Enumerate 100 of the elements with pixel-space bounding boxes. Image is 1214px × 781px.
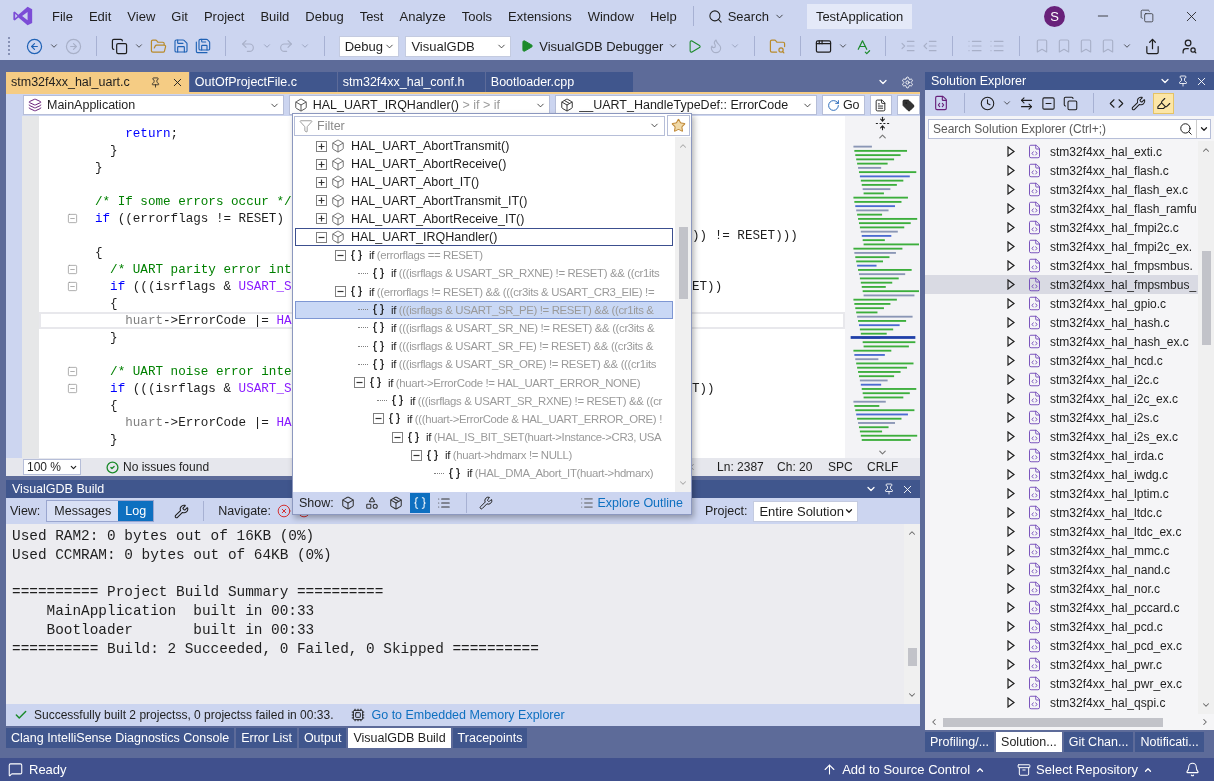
expand-arrow-icon[interactable] [1007,621,1015,632]
expand-arrow-icon[interactable] [1007,678,1015,689]
file-name[interactable]: stm32f4xx_hal_pcd_ex.c [1050,638,1183,653]
line-number[interactable]: Ln: 2387 [717,460,778,474]
file-name[interactable]: stm32f4xx_hal_qspi.c [1050,695,1166,710]
line-endings[interactable]: CRLF [867,460,899,474]
pin-icon[interactable] [883,483,895,495]
member-dropdown[interactable]: __UART_HandleTypeDef:: ErrorCode [555,95,817,115]
expand-arrow-icon[interactable] [1007,431,1015,442]
user-avatar[interactable]: S [1044,5,1065,27]
back-icon[interactable] [25,37,43,55]
search-icon[interactable] [1179,122,1193,136]
file-name[interactable]: stm32f4xx_hal_i2s_ex.c [1050,429,1179,444]
menu-item[interactable]: Extensions [500,8,580,24]
save-all-icon[interactable] [194,38,211,54]
file-name[interactable]: stm32f4xx_hal_flash_ramfu [1050,201,1197,216]
document-button[interactable] [869,95,893,115]
platform-dropdown[interactable]: VisualGDB [405,35,512,57]
search-icon[interactable] [707,8,723,24]
filter-field[interactable]: Filter [294,115,665,136]
outline-item[interactable]: if (((huart->ErrorCode & HAL_UART_ERROR_ORE) ! [407,412,662,425]
tag-icon[interactable] [902,98,916,112]
expand-arrow-icon[interactable] [1007,260,1015,271]
explore-outline-link[interactable]: Explore Outline [597,496,683,510]
window-icon[interactable] [815,37,833,55]
collapse-icon[interactable] [373,413,384,425]
expand-icon[interactable] [316,176,327,188]
outline-item[interactable]: if (huart->hdmarx != NULL) [445,449,573,462]
expand-arrow-icon[interactable] [1007,165,1015,176]
save-icon[interactable] [172,38,189,54]
file-name[interactable]: stm32f4xx_hal_mmc.c [1050,543,1170,558]
file-name[interactable]: stm32f4xx_hal_exti.c [1050,144,1163,159]
file-name[interactable]: stm32f4xx_hal_hcd.c [1050,353,1163,368]
expand-arrow-icon[interactable] [1007,545,1015,556]
scroll-up-icon[interactable] [1201,145,1211,155]
file-tab[interactable]: stm32f4xx_hal_uart.c [6,72,189,92]
menu-item[interactable]: Analyze [391,8,454,24]
scrollbar-thumb[interactable] [678,227,688,299]
view-toggle[interactable]: Log [118,501,154,521]
panel-tab[interactable]: Notificati... [1135,732,1204,752]
expand-arrow-icon[interactable] [1007,697,1015,708]
file-name[interactable]: stm32f4xx_hal_flash_ex.c [1050,182,1189,197]
outline-item[interactable]: HAL_UART_Abort_IT() [351,175,480,190]
file-name[interactable]: stm32f4xx_hal_i2c.c [1050,372,1159,387]
scrollbar-thumb[interactable] [1201,251,1211,345]
memory-explorer-link[interactable]: Go to Embedded Memory Explorer [371,708,565,722]
panel-tab[interactable]: Clang IntelliSense Diagnostics Console [6,728,235,748]
expand-arrow-icon[interactable] [1007,146,1015,157]
play-icon[interactable] [687,38,703,54]
panel-tab[interactable]: Profiling/... [925,732,995,752]
configuration-dropdown[interactable]: Debug [338,35,400,57]
wrench-icon[interactable] [174,503,190,519]
file-name[interactable]: stm32f4xx_hal_pwr.c [1050,657,1163,672]
outline-item[interactable]: HAL_UART_AbortReceive_IT() [351,211,525,226]
outline-item[interactable]: if (HAL_DMA_Abort_IT(huart->hdmarx) [467,467,654,480]
file-name[interactable]: stm32f4xx_hal_pwr_ex.c [1050,676,1183,691]
file-name[interactable]: stm32f4xx_hal_fmpi2c_ex. [1050,239,1193,254]
file-name[interactable]: stm32f4xx_hal_hash_ex.c [1050,334,1189,349]
source-control-button[interactable]: Add to Source Control [822,762,986,777]
menu-item[interactable]: Test [351,8,392,24]
collapse-icon[interactable] [392,431,403,443]
collapse-icon[interactable] [411,449,422,461]
debugger-button[interactable]: VisualGDB Debugger [517,38,682,54]
panel-tab[interactable]: Solution... [996,732,1062,752]
menu-item[interactable]: Project [195,8,253,24]
menu-item[interactable]: Help [641,8,685,24]
project-dropdown[interactable]: MainApplication [23,95,284,115]
whitespace-mode[interactable]: SPC [828,460,868,474]
file-name[interactable]: stm32f4xx_hal_ltdc_ex.c [1050,524,1182,539]
issues-status[interactable]: No issues found [123,460,210,474]
expand-arrow-icon[interactable] [1007,583,1015,594]
file-tab[interactable]: stm32f4xx_hal_conf.h [337,72,485,92]
menu-item[interactable]: Window [579,8,642,24]
expand-arrow-icon[interactable] [1007,640,1015,651]
caret-icon[interactable] [1198,124,1209,134]
scroll-right-icon[interactable] [1200,717,1210,727]
scroll-down-icon[interactable] [907,690,917,700]
outline-item[interactable]: if (((isrflags & USART_SR_RXNE) != RESET) && ((cr1its [391,267,660,280]
expand-arrow-icon[interactable] [1007,203,1015,214]
expand-arrow-icon[interactable] [1007,564,1015,575]
search-field[interactable]: Search Solution Explorer (Ctrl+;) [928,119,1211,139]
expand-icon[interactable] [316,213,327,225]
restore-icon[interactable] [1140,9,1154,23]
settings-icon[interactable] [901,75,914,89]
project-dropdown[interactable]: Entire Solution [753,500,859,522]
expand-icon[interactable] [316,195,327,207]
expand-arrow-icon[interactable] [1007,336,1015,347]
filter-input[interactable]: Filter [317,118,645,133]
go-button[interactable]: Go [821,95,865,115]
menu-item[interactable]: Debug [297,8,352,24]
column-number[interactable]: Ch: 20 [777,460,829,474]
expand-arrow-icon[interactable] [1007,393,1015,404]
refresh-icon[interactable] [826,98,840,112]
panel-tab[interactable]: Output [298,728,347,748]
file-tab[interactable]: OutOfProjectFile.c [189,72,337,92]
menu-item[interactable]: File [44,8,81,24]
file-name[interactable]: stm32f4xx_hal_gpio.c [1050,296,1167,311]
collapse-icon[interactable] [335,286,346,298]
caret-icon[interactable] [844,506,855,516]
expand-arrow-icon[interactable] [1007,222,1015,233]
